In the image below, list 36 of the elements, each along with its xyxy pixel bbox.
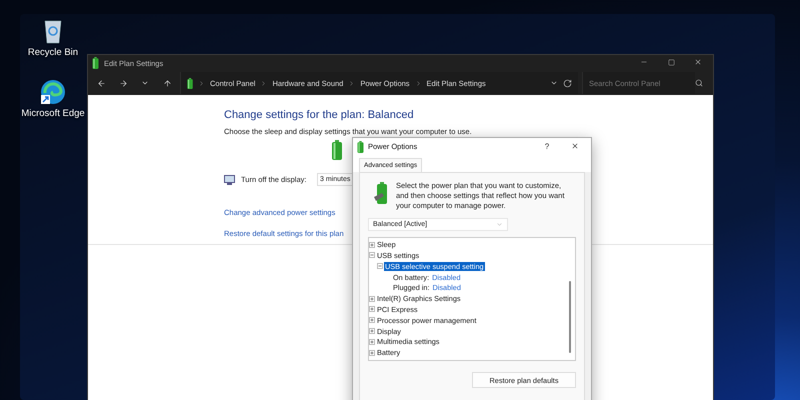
dialog-battery-icon	[357, 140, 364, 152]
search-icon[interactable]	[695, 79, 703, 87]
expand-icon[interactable]	[369, 328, 375, 334]
close-icon[interactable]	[694, 58, 702, 66]
up-icon[interactable]	[162, 78, 172, 88]
expand-icon[interactable]	[369, 338, 375, 345]
page-heading: Change settings for the plan: Balanced	[224, 109, 415, 121]
expand-icon[interactable]	[369, 350, 375, 356]
dropdown-icon[interactable]	[550, 79, 558, 87]
back-icon[interactable]	[96, 78, 106, 88]
chevron-icon	[414, 80, 422, 86]
chevron-icon	[260, 80, 268, 86]
browser-icon[interactable]	[40, 79, 66, 106]
chevron-icon	[348, 80, 356, 86]
collapse-icon[interactable]	[369, 252, 375, 258]
expand-icon[interactable]	[369, 296, 375, 302]
help-button[interactable]: ?	[535, 142, 559, 151]
close-icon[interactable]	[571, 142, 579, 150]
desktop-icon-label[interactable]: Recycle Bin	[28, 47, 78, 60]
maximize-icon[interactable]	[668, 58, 674, 66]
chevron-icon	[198, 80, 205, 86]
window-battery-icon	[92, 57, 99, 69]
forward-icon[interactable]	[118, 78, 128, 88]
chevron-down-icon[interactable]	[141, 79, 149, 87]
scrollbar-thumb[interactable]	[569, 281, 571, 354]
battery-plug-icon	[374, 181, 390, 205]
battery-icon	[332, 140, 342, 160]
expand-icon[interactable]	[369, 242, 375, 248]
address-battery-icon	[187, 78, 193, 88]
monitor-icon	[224, 174, 235, 184]
collapse-icon[interactable]	[377, 263, 383, 270]
dropdown-icon	[496, 221, 503, 228]
expand-icon[interactable]	[369, 306, 375, 312]
expand-icon[interactable]	[369, 317, 375, 324]
refresh-icon[interactable]	[563, 78, 572, 88]
desktop-icon-label[interactable]: Microsoft Edge	[21, 108, 85, 121]
